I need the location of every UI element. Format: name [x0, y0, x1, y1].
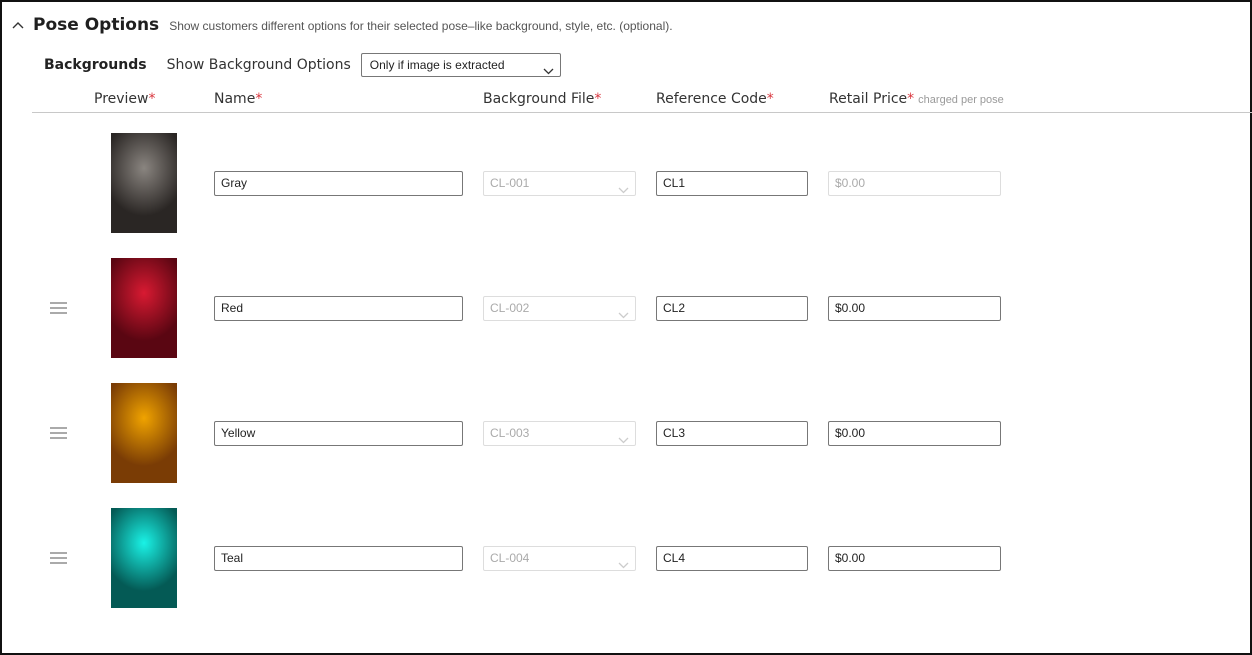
name-field[interactable]: Gray [214, 171, 463, 196]
drag-handle-icon[interactable] [50, 302, 67, 314]
retail-price-field[interactable]: $0.00 [828, 421, 1001, 446]
show-background-options-value: Only if image is extracted [369, 58, 505, 72]
table-row: Gray CL-001 CL1 $0.00 [0, 133, 1252, 233]
retail-price-field: $0.00 [828, 171, 1001, 196]
background-preview [111, 508, 177, 608]
chevron-down-icon [618, 429, 629, 452]
column-header-name: Name* [214, 91, 263, 107]
name-field[interactable]: Teal [214, 546, 463, 571]
retail-price-field[interactable]: $0.00 [828, 296, 1001, 321]
background-preview [111, 383, 177, 483]
section-description: Show customers different options for the… [169, 19, 673, 33]
section-header: Pose Options Show customers different op… [10, 14, 673, 36]
retail-price-field[interactable]: $0.00 [828, 546, 1001, 571]
chevron-up-icon[interactable] [10, 17, 26, 33]
price-hint: charged per pose [918, 94, 1004, 106]
backgrounds-label: Backgrounds [44, 57, 147, 73]
column-header-retail-price: Retail Price* charged per pose [829, 91, 1004, 107]
background-file-select: CL-003 [483, 421, 636, 446]
background-preview [111, 133, 177, 233]
chevron-down-icon [618, 554, 629, 577]
background-preview [111, 258, 177, 358]
show-background-options-select[interactable]: Only if image is extracted [360, 53, 561, 77]
name-field[interactable]: Red [214, 296, 463, 321]
table-header: Preview* Name* Background File* Referenc… [32, 89, 1252, 113]
reference-code-field[interactable]: CL1 [656, 171, 808, 196]
table-row: Teal CL-004 CL4 $0.00 [0, 508, 1252, 608]
drag-handle-icon[interactable] [50, 427, 67, 439]
table-row: Yellow CL-003 CL3 $0.00 [0, 383, 1252, 483]
backgrounds-settings: Backgrounds Show Background Options Only… [44, 53, 561, 77]
column-header-reference-code: Reference Code* [656, 91, 774, 107]
column-header-background-file: Background File* [483, 91, 602, 107]
column-header-preview: Preview* [94, 91, 156, 107]
drag-handle-icon[interactable] [50, 552, 67, 564]
background-file-select: CL-004 [483, 546, 636, 571]
background-file-select: CL-001 [483, 171, 636, 196]
section-title: Pose Options [33, 15, 160, 35]
background-file-select: CL-002 [483, 296, 636, 321]
chevron-down-icon [543, 60, 554, 82]
show-background-options-label: Show Background Options [166, 57, 351, 73]
chevron-down-icon [618, 179, 629, 202]
table-row: Red CL-002 CL2 $0.00 [0, 258, 1252, 358]
reference-code-field[interactable]: CL3 [656, 421, 808, 446]
name-field[interactable]: Yellow [214, 421, 463, 446]
reference-code-field[interactable]: CL2 [656, 296, 808, 321]
chevron-down-icon [618, 304, 629, 327]
reference-code-field[interactable]: CL4 [656, 546, 808, 571]
